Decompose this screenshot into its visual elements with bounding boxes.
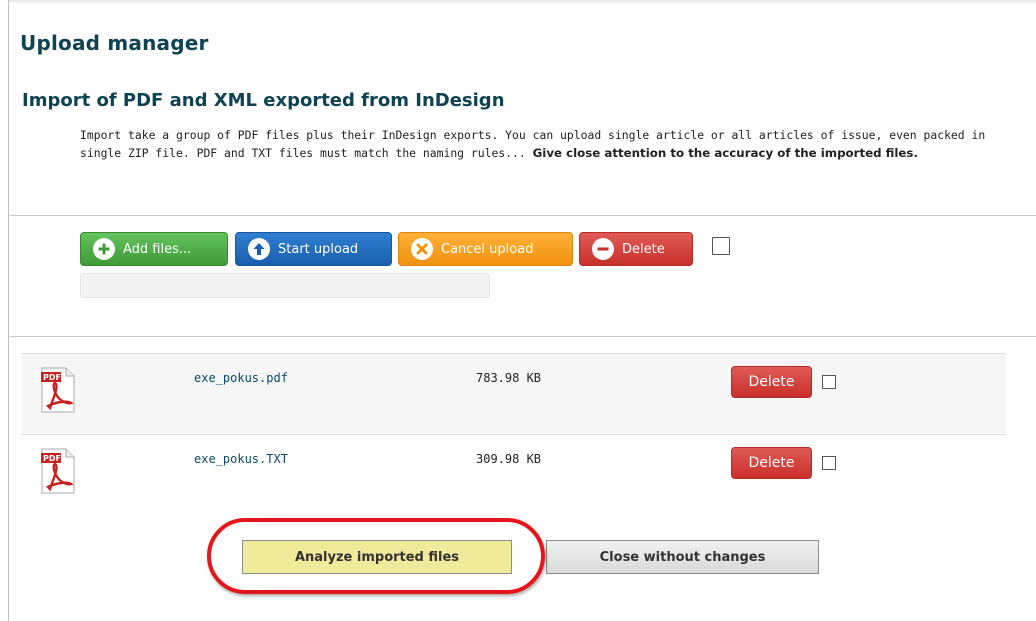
import-description: Import take a group of PDF files plus th…: [80, 126, 1020, 162]
file-row: PDF exe_pokus.TXT 309.98 KB Delete: [22, 434, 1006, 514]
pdf-file-icon: PDF: [38, 366, 78, 414]
upload-arrow-icon: [248, 238, 270, 260]
file-row: PDF exe_pokus.pdf 783.98 KB Delete: [22, 353, 1006, 433]
description-warning: Give close attention to the accuracy of …: [532, 146, 918, 160]
add-files-button[interactable]: Add files...: [80, 232, 228, 266]
svg-text:PDF: PDF: [43, 373, 61, 382]
left-border: [8, 0, 9, 621]
top-edge: [8, 0, 1036, 4]
cancel-upload-label: Cancel upload: [441, 241, 534, 257]
section-title: Import of PDF and XML exported from InDe…: [22, 90, 505, 111]
minus-icon: [592, 238, 614, 260]
pdf-file-icon: PDF: [38, 447, 78, 495]
cancel-upload-button[interactable]: Cancel upload: [398, 232, 573, 266]
file-size: 783.98 KB: [476, 371, 542, 385]
cancel-icon: [411, 238, 433, 260]
select-all-checkbox[interactable]: [712, 237, 730, 255]
delete-all-label: Delete: [622, 241, 665, 257]
plus-icon: [93, 238, 115, 260]
file-select-checkbox[interactable]: [822, 375, 836, 389]
file-name-link[interactable]: exe_pokus.pdf: [194, 371, 288, 385]
divider-bottom: [10, 336, 1036, 337]
highlight-annotation-ring: [207, 518, 545, 594]
page-title: Upload manager: [20, 31, 209, 55]
delete-file-button[interactable]: Delete: [731, 366, 812, 398]
divider-top: [10, 215, 1036, 216]
close-without-changes-button[interactable]: Close without changes: [546, 540, 819, 574]
file-select-checkbox[interactable]: [822, 456, 836, 470]
start-upload-label: Start upload: [278, 241, 359, 257]
add-files-label: Add files...: [123, 241, 192, 257]
upload-progress-bar: [80, 273, 490, 298]
file-name-link[interactable]: exe_pokus.TXT: [194, 452, 288, 466]
svg-text:PDF: PDF: [43, 454, 61, 463]
delete-all-button[interactable]: Delete: [579, 232, 693, 266]
file-size: 309.98 KB: [476, 452, 542, 466]
delete-file-button[interactable]: Delete: [731, 447, 812, 479]
start-upload-button[interactable]: Start upload: [235, 232, 392, 266]
